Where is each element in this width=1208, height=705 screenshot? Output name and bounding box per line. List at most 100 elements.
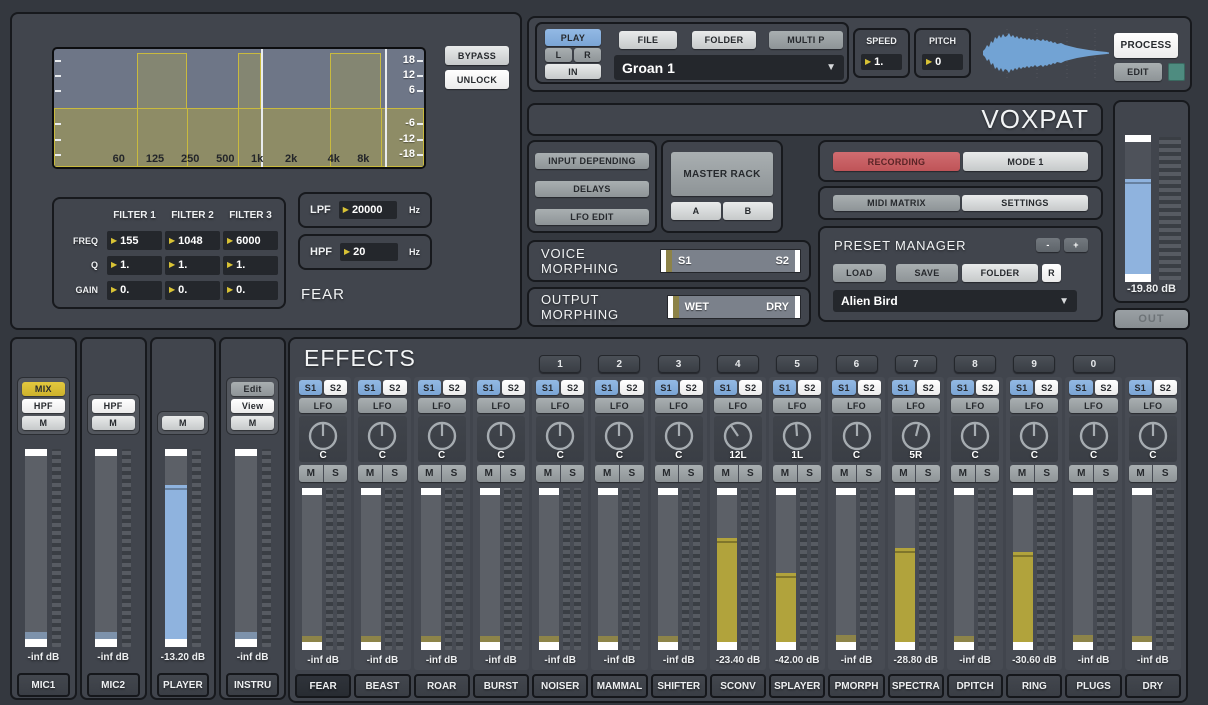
pan-knob[interactable]	[956, 416, 994, 454]
filter-value[interactable]: ▶0.	[165, 281, 220, 300]
solo-button[interactable]: S	[857, 465, 881, 482]
channel-fader[interactable]	[361, 488, 381, 650]
master-rack-button[interactable]: MASTER RACK	[671, 152, 773, 196]
solo-button[interactable]: S	[442, 465, 466, 482]
slider-handle[interactable]	[795, 296, 800, 318]
mute-button[interactable]: M	[299, 465, 323, 482]
fader-handle[interactable]	[954, 642, 974, 650]
s1-button[interactable]: S1	[477, 380, 500, 395]
channel-fader[interactable]	[836, 488, 856, 650]
channel-left-button[interactable]: L	[545, 48, 572, 62]
hpf-button[interactable]: HPF	[22, 399, 65, 413]
channel-fader[interactable]	[1013, 488, 1033, 650]
s2-button[interactable]: S2	[1095, 380, 1118, 395]
m-button[interactable]: M	[22, 416, 65, 430]
strip-number-button[interactable]: 4	[717, 355, 759, 373]
strip-label-mic1[interactable]: MIC1	[17, 673, 70, 697]
solo-button[interactable]: S	[1094, 465, 1118, 482]
solo-button[interactable]: S	[324, 465, 348, 482]
fader-handle[interactable]	[1125, 274, 1151, 282]
s1-button[interactable]: S1	[418, 380, 441, 395]
lfo-button[interactable]: LFO	[595, 398, 643, 413]
s2-button[interactable]: S2	[383, 380, 406, 395]
strip-number-button[interactable]: 0	[1073, 355, 1115, 373]
mute-button[interactable]: M	[418, 465, 442, 482]
pan-knob[interactable]	[838, 416, 876, 454]
effect-tab-fear[interactable]: FEAR	[295, 674, 351, 698]
strip-number-button[interactable]: 5	[776, 355, 818, 373]
fader-handle[interactable]	[658, 642, 678, 650]
mute-button[interactable]: M	[773, 465, 797, 482]
save-button[interactable]: SAVE	[896, 264, 958, 282]
fader-handle[interactable]	[598, 642, 618, 650]
filter-value[interactable]: ▶0.	[107, 281, 162, 300]
solo-button[interactable]: S	[501, 465, 525, 482]
mute-button[interactable]: M	[892, 465, 916, 482]
s2-button[interactable]: S2	[1154, 380, 1177, 395]
effect-tab-burst[interactable]: BURST	[473, 674, 529, 698]
strip-number-button[interactable]: 7	[895, 355, 937, 373]
pan-knob[interactable]	[1075, 416, 1113, 454]
s2-button[interactable]: S2	[620, 380, 643, 395]
eq-raised-band[interactable]	[330, 53, 381, 109]
s1-button[interactable]: S1	[595, 380, 618, 395]
mute-button[interactable]: M	[477, 465, 501, 482]
channel-fader[interactable]	[776, 488, 796, 650]
mute-button[interactable]: M	[951, 465, 975, 482]
channel-fader[interactable]	[1132, 488, 1152, 650]
pan-knob[interactable]	[423, 416, 461, 454]
filter-value[interactable]: ▶0.	[223, 281, 278, 300]
mix-button[interactable]: MIX	[22, 382, 65, 396]
channel-fader[interactable]	[165, 449, 187, 647]
s1-button[interactable]: S1	[655, 380, 678, 395]
rack-b-button[interactable]: B	[723, 202, 773, 220]
fader-handle[interactable]	[539, 642, 559, 650]
s1-button[interactable]: S1	[1129, 380, 1152, 395]
s2-button[interactable]: S2	[1035, 380, 1058, 395]
pan-knob[interactable]	[482, 416, 520, 454]
output-morphing-slider[interactable]: WETDRY	[667, 295, 801, 319]
lfo-button[interactable]: LFO	[951, 398, 999, 413]
edit-button[interactable]: EDIT	[1114, 63, 1162, 81]
solo-button[interactable]: S	[916, 465, 940, 482]
unlock-button[interactable]: UNLOCK	[445, 70, 509, 89]
fader-handle[interactable]	[165, 639, 187, 647]
lfo-button[interactable]: LFO	[1010, 398, 1058, 413]
lpf-value[interactable]: ▶20000	[339, 201, 397, 219]
effect-tab-shifter[interactable]: SHIFTER	[651, 674, 707, 698]
solo-button[interactable]: S	[679, 465, 703, 482]
fader-handle[interactable]	[1073, 642, 1093, 650]
s2-button[interactable]: S2	[798, 380, 821, 395]
lfo-button[interactable]: LFO	[714, 398, 762, 413]
strip-number-button[interactable]: 1	[539, 355, 581, 373]
pan-knob[interactable]	[304, 416, 342, 454]
strip-number-button[interactable]: 2	[598, 355, 640, 373]
lfo-button[interactable]: LFO	[299, 398, 347, 413]
effect-tab-plugs[interactable]: PLUGS	[1065, 674, 1121, 698]
bypass-button[interactable]: BYPASS	[445, 46, 509, 65]
fader-handle[interactable]	[421, 642, 441, 650]
solo-button[interactable]: S	[798, 465, 822, 482]
rack-a-button[interactable]: A	[671, 202, 721, 220]
effect-tab-noiser[interactable]: NOISER	[532, 674, 588, 698]
midi-matrix-button[interactable]: MIDI MATRIX	[833, 195, 960, 211]
settings-button[interactable]: SETTINGS	[962, 195, 1088, 211]
fader-handle[interactable]	[361, 642, 381, 650]
lfo-button[interactable]: LFO	[892, 398, 940, 413]
s1-button[interactable]: S1	[536, 380, 559, 395]
view-button[interactable]: View	[231, 399, 274, 413]
s2-button[interactable]: S2	[561, 380, 584, 395]
filter-value[interactable]: ▶1048	[165, 231, 220, 250]
preset-minus-button[interactable]: -	[1036, 238, 1060, 252]
preset-folder-button[interactable]: FOLDER	[962, 264, 1038, 282]
pan-knob[interactable]	[541, 416, 579, 454]
sample-select-dropdown[interactable]: Groan 1 ▼	[614, 55, 844, 80]
pan-knob[interactable]	[600, 416, 638, 454]
s2-button[interactable]: S2	[739, 380, 762, 395]
lfo-button[interactable]: LFO	[773, 398, 821, 413]
mute-button[interactable]: M	[1010, 465, 1034, 482]
s2-button[interactable]: S2	[976, 380, 999, 395]
mute-button[interactable]: M	[1129, 465, 1153, 482]
s1-button[interactable]: S1	[299, 380, 322, 395]
channel-fader[interactable]	[25, 449, 47, 647]
